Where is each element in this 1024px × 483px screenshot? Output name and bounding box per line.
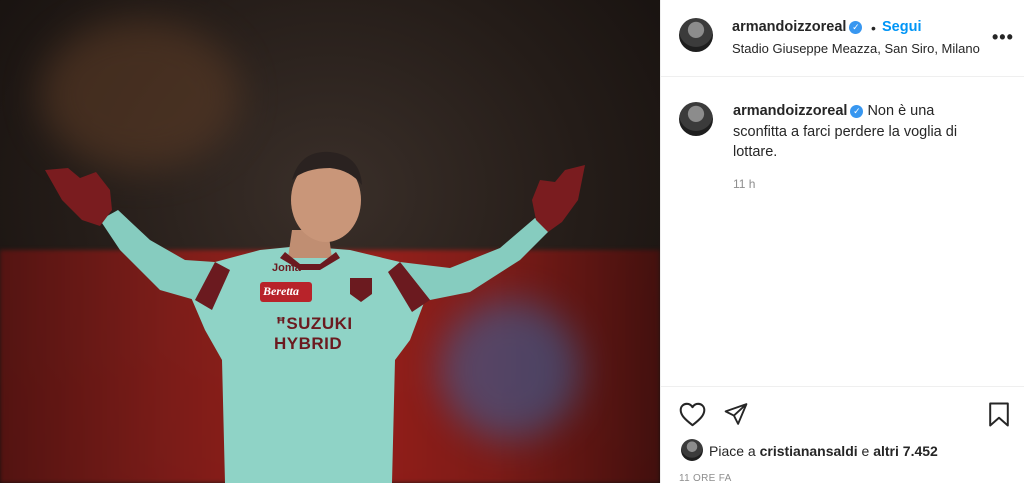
- verified-badge-icon: ✓: [849, 21, 863, 34]
- jersey-sponsor-suzuki-text: SUZUKI: [286, 314, 353, 333]
- jersey-sponsor-hybrid: HYBRID: [274, 334, 343, 353]
- more-options-icon[interactable]: •••: [992, 27, 1014, 48]
- post-sidebar: armandoizzoreal ✓ • Segui Stadio Giuseppe…: [660, 0, 1024, 483]
- post-photo[interactable]: Joma Beretta ꟸSUZUKI HYBRID: [0, 0, 660, 483]
- post-location[interactable]: Stadio Giuseppe Meazza, San Siro, Milano: [732, 41, 980, 56]
- author-avatar[interactable]: [679, 18, 713, 52]
- post-header: armandoizzoreal ✓ • Segui Stadio Giuseppe…: [661, 0, 1024, 77]
- author-username[interactable]: armandoizzoreal ✓: [732, 19, 863, 35]
- suzuki-logo-icon: ꟸ: [276, 316, 287, 333]
- goalkeeper-figure: [45, 151, 585, 483]
- instagram-post: Joma Beretta ꟸSUZUKI HYBRID armandoizzor…: [0, 0, 1024, 483]
- likes-connector: e: [861, 443, 870, 459]
- liker-avatar[interactable]: [681, 439, 703, 461]
- header-separator: •: [871, 20, 876, 36]
- post-actions: Piace a cristianansaldi e altri 7.452 11…: [661, 386, 1024, 483]
- likes-others[interactable]: altri 7.452: [873, 443, 938, 459]
- caption-author-avatar[interactable]: [679, 102, 713, 136]
- likes-summary: Piace a cristianansaldi e altri 7.452: [709, 443, 938, 459]
- jersey-sponsor-beretta: Beretta: [263, 284, 299, 298]
- bookmark-icon[interactable]: [988, 401, 1010, 428]
- author-username-text[interactable]: armandoizzoreal: [732, 19, 846, 35]
- verified-badge-icon: ✓: [850, 105, 864, 118]
- follow-button[interactable]: Segui: [882, 19, 921, 35]
- heart-icon[interactable]: [679, 402, 706, 427]
- likes-user[interactable]: cristianansaldi: [760, 443, 858, 459]
- jersey-brand-text: Joma: [272, 262, 301, 274]
- jersey-sponsor-suzuki: ꟸSUZUKI: [276, 314, 353, 334]
- send-icon[interactable]: [723, 402, 749, 427]
- post-timestamp[interactable]: 11 ORE FA: [679, 473, 732, 483]
- caption-username[interactable]: armandoizzoreal: [733, 103, 847, 119]
- caption-time[interactable]: 11 h: [733, 177, 755, 191]
- likes-prefix: Piace a: [709, 443, 756, 459]
- post-caption: armandoizzoreal ✓ Non è una sconfitta a f…: [733, 101, 983, 163]
